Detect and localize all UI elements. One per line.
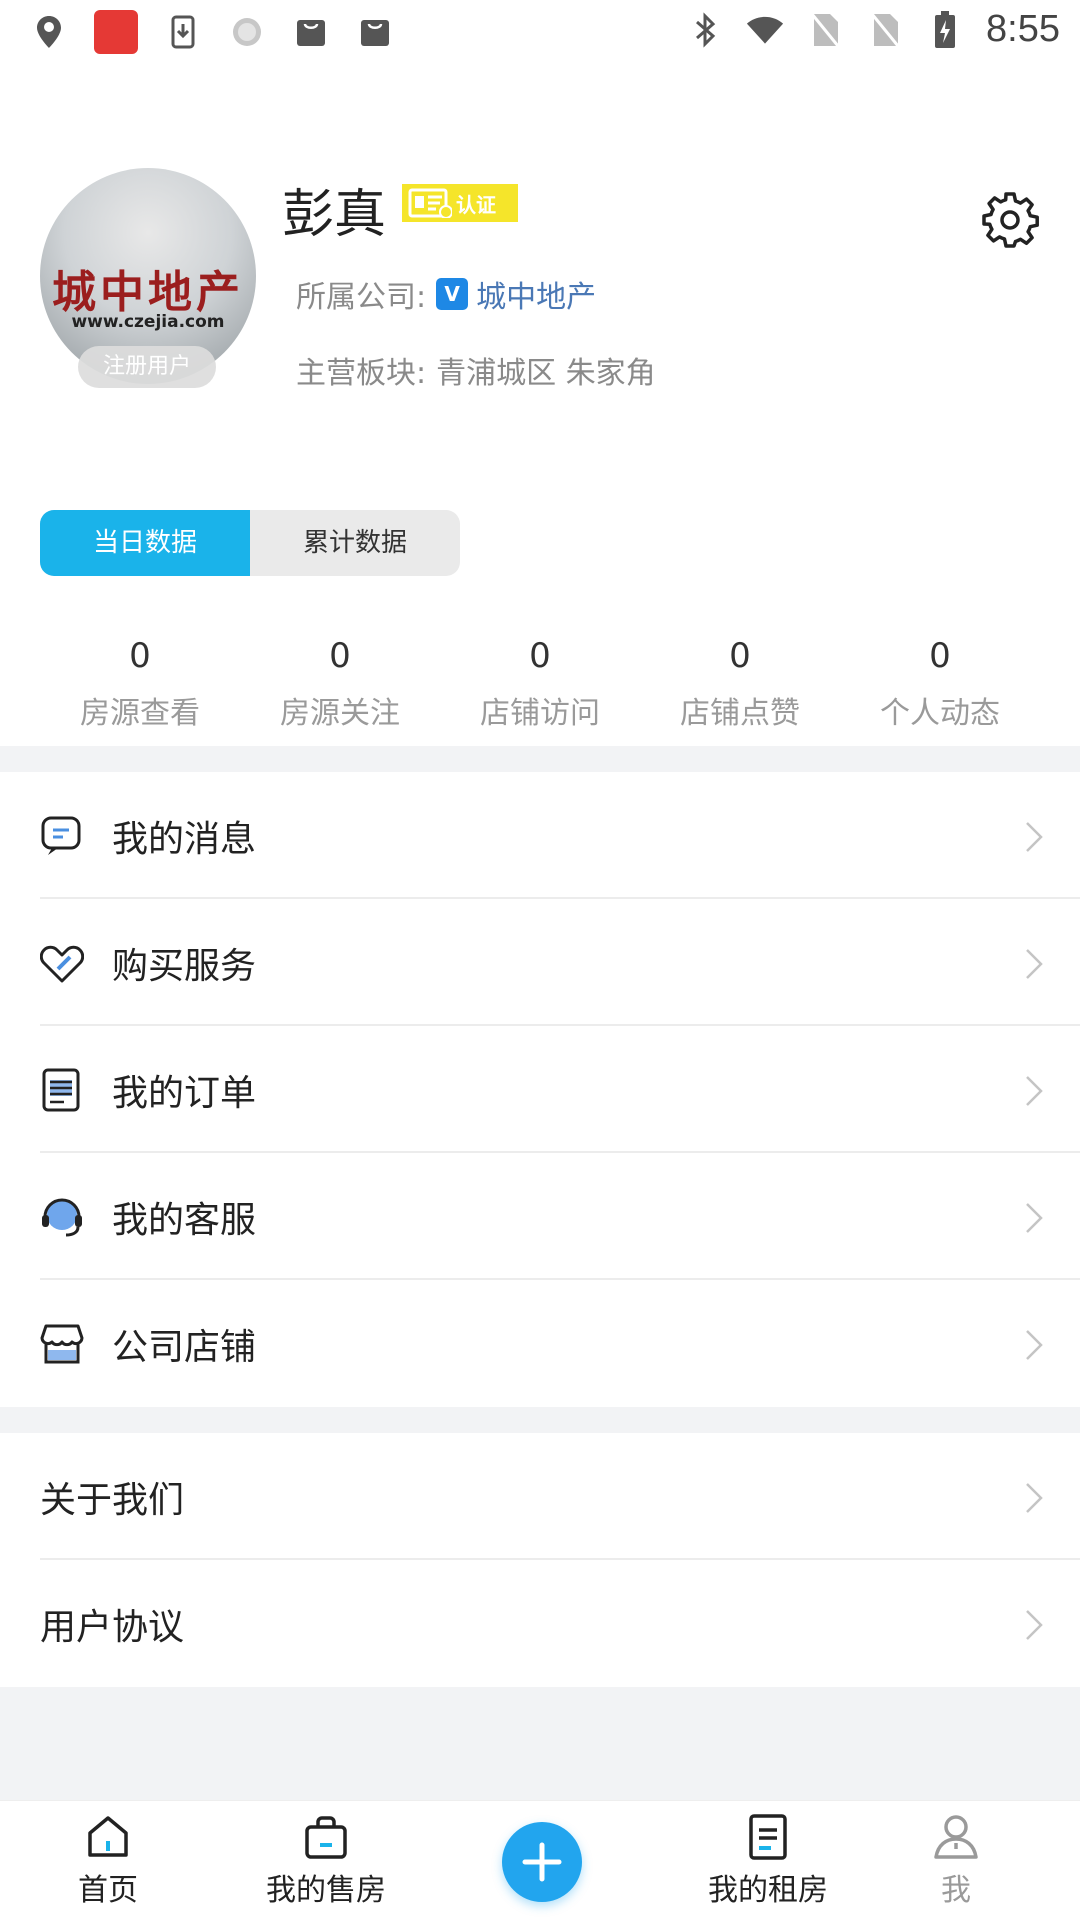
stat-value: 0	[529, 636, 551, 676]
bag-icon	[356, 13, 394, 51]
chevron-right-icon	[1026, 949, 1043, 979]
stat-personal-updates: 0 个人动态	[840, 632, 1040, 732]
chevron-right-icon	[1026, 822, 1043, 852]
document-icon	[749, 1814, 787, 1860]
stat-value: 0	[729, 636, 751, 676]
gear-icon	[982, 192, 1039, 248]
no-sim-icon	[806, 11, 844, 49]
menu-label: 我的消息	[112, 819, 257, 860]
stat-label: 店铺点赞	[680, 696, 800, 731]
bag-icon	[292, 13, 330, 51]
menu-label: 我的客服	[112, 1200, 257, 1241]
person-icon	[934, 1815, 978, 1859]
company-row: 所属公司: V 城中地产	[296, 272, 596, 316]
area-label: 主营板块:	[296, 356, 427, 391]
verified-badge-label: 认证	[456, 192, 496, 217]
menu-item-about-us[interactable]: 关于我们	[0, 1433, 1080, 1560]
plus-icon	[522, 1842, 562, 1882]
menu-item-buy-service[interactable]: 购买服务	[0, 899, 1080, 1026]
stat-label: 房源查看	[80, 696, 200, 731]
home-icon	[88, 1816, 128, 1857]
area-value: 青浦城区 朱家角	[436, 356, 656, 391]
menu-label: 我的订单	[112, 1073, 257, 1114]
avatar[interactable]: 城中地产 www.czejia.com 注册用户	[40, 168, 256, 388]
nav-label: 我的售房	[266, 1873, 386, 1908]
menu-item-my-orders[interactable]: 我的订单	[0, 1026, 1080, 1153]
menu-item-customer-service[interactable]: 我的客服	[0, 1153, 1080, 1280]
stat-store-visits: 0 店铺访问	[440, 632, 640, 732]
message-icon	[41, 816, 81, 855]
no-sim-icon	[866, 11, 904, 49]
company-link[interactable]: 城中地产	[476, 272, 596, 316]
stat-label: 店铺访问	[480, 696, 600, 731]
stat-value: 0	[329, 636, 351, 676]
menu-label: 用户协议	[40, 1607, 185, 1648]
section-divider	[0, 746, 1080, 772]
headset-icon	[42, 1198, 82, 1237]
tab-daily-data[interactable]: 当日数据	[40, 510, 250, 576]
avatar-url-text: www.czejia.com	[71, 312, 225, 332]
download-icon	[164, 13, 202, 51]
menu-item-company-store[interactable]: 公司店铺	[0, 1280, 1080, 1407]
clock: 8:55	[986, 8, 1060, 50]
stat-listing-views: 0 房源查看	[40, 632, 240, 732]
nav-label: 首页	[78, 1873, 138, 1908]
nav-my-sales[interactable]: 我的售房	[236, 1813, 416, 1909]
chevron-right-icon	[1026, 1483, 1043, 1513]
menu-label: 购买服务	[112, 946, 257, 987]
stat-value: 0	[929, 636, 951, 676]
company-label: 所属公司:	[296, 280, 427, 315]
wifi-icon	[746, 11, 784, 49]
battery-charging-icon	[926, 10, 964, 49]
nav-label: 我的租房	[708, 1873, 828, 1908]
menu-item-my-messages[interactable]: 我的消息	[0, 772, 1080, 899]
tab-cumulative-data[interactable]: 累计数据	[250, 510, 460, 576]
add-listing-button[interactable]	[502, 1822, 582, 1902]
nav-my-rentals[interactable]: 我的租房	[678, 1813, 858, 1909]
tag-icon	[40, 945, 84, 983]
nav-home[interactable]: 首页	[18, 1813, 198, 1909]
verified-company-icon: V	[436, 278, 469, 310]
chevron-right-icon	[1026, 1076, 1043, 1106]
sync-icon	[228, 13, 266, 51]
menu-item-user-agreement[interactable]: 用户协议	[0, 1560, 1080, 1687]
nav-label: 我	[941, 1873, 971, 1908]
order-icon	[42, 1068, 80, 1112]
shopping-bag-icon	[305, 1816, 347, 1859]
nav-me[interactable]: 我	[866, 1813, 1046, 1909]
menu-label: 关于我们	[40, 1480, 185, 1521]
page-bottom-fill	[0, 1687, 1080, 1800]
store-icon	[40, 1324, 84, 1364]
data-tabs: 当日数据 累计数据	[40, 510, 460, 576]
id-card-icon	[408, 188, 452, 218]
chevron-right-icon	[1026, 1330, 1043, 1360]
verified-badge: 认证	[402, 184, 518, 222]
stat-listing-follows: 0 房源关注	[240, 632, 440, 732]
status-bar: 8:55	[0, 0, 1080, 64]
chevron-right-icon	[1026, 1610, 1043, 1640]
settings-button[interactable]	[980, 190, 1040, 250]
stat-label: 个人动态	[880, 696, 1000, 731]
stat-store-likes: 0 店铺点赞	[640, 632, 840, 732]
section-divider	[0, 1407, 1080, 1433]
stat-label: 房源关注	[280, 696, 400, 731]
menu-label: 公司店铺	[112, 1327, 257, 1368]
user-name: 彭真	[282, 185, 387, 245]
stat-value: 0	[129, 636, 151, 676]
bluetooth-icon	[686, 11, 724, 49]
stats-row: 0 房源查看 0 房源关注 0 店铺访问 0 店铺点赞 0 个人动态	[40, 632, 1040, 732]
chevron-right-icon	[1026, 1203, 1043, 1233]
app-notification-icon	[94, 10, 138, 54]
user-type-badge: 注册用户	[78, 346, 216, 388]
area-row: 主营板块: 青浦城区 朱家角	[296, 348, 656, 392]
avatar-logo-text: 城中地产	[52, 267, 244, 318]
location-icon	[30, 13, 68, 51]
